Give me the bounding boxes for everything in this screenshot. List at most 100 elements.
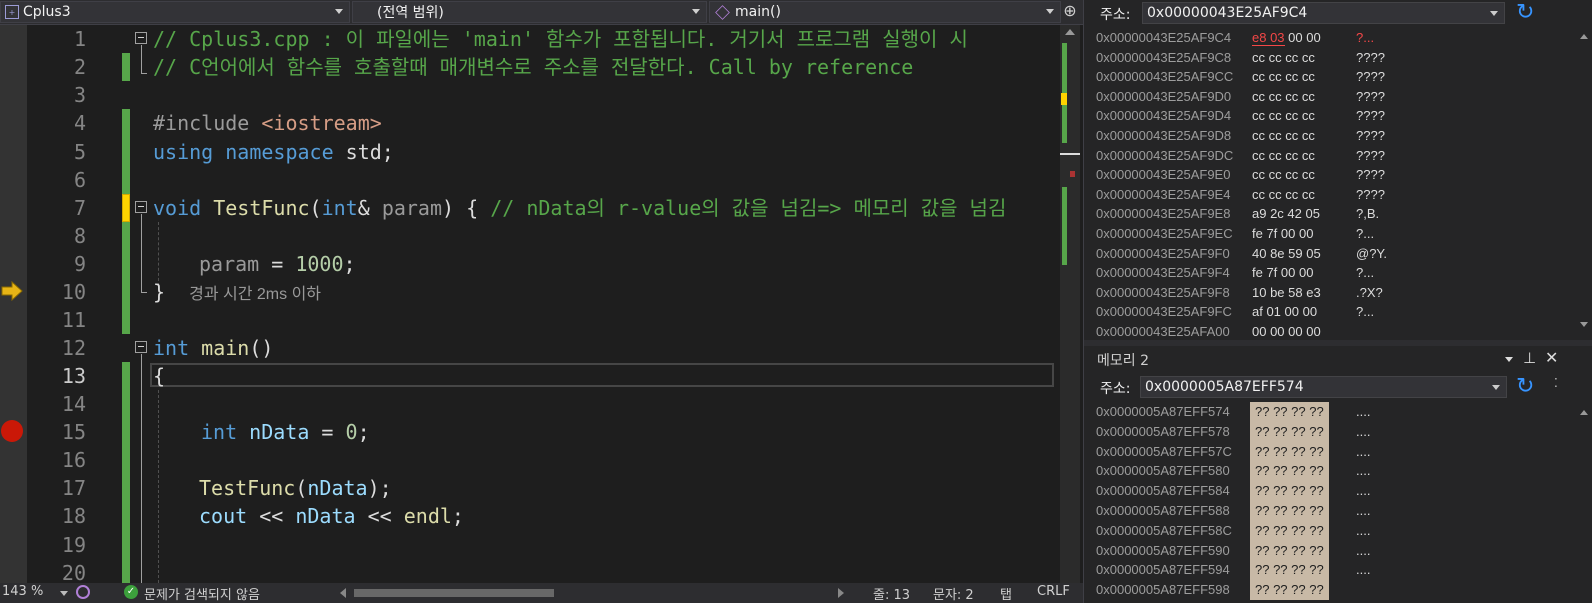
memory-bytes-changed[interactable]: e8 03 xyxy=(1252,30,1285,46)
horizontal-scroll-thumb[interactable] xyxy=(354,589,554,597)
memory-row[interactable]: 0x00000043E25AF9CC cc cc cc cc???? xyxy=(1096,67,1385,87)
scroll-right-arrow-icon[interactable] xyxy=(838,588,844,598)
memory-bytes-value[interactable]: 00 00 00 00 xyxy=(1252,324,1321,339)
memory-bytes-value[interactable]: af 01 00 00 xyxy=(1252,304,1317,319)
collapse-region-icon[interactable] xyxy=(135,201,147,213)
memory-bytes-value[interactable]: fe 7f 00 00 xyxy=(1252,226,1313,241)
scroll-up-arrow-icon[interactable] xyxy=(1580,34,1588,39)
memory-bytes[interactable]: cc cc cc cc xyxy=(1252,165,1315,185)
memory-row[interactable]: 0x00000043E25AF9E4 cc cc cc cc???? xyxy=(1096,185,1385,205)
columns-options-icon[interactable]: ⁚ xyxy=(1554,376,1558,390)
memory-row[interactable]: 0x00000043E25AF9F4 fe 7f 00 00?... xyxy=(1096,263,1374,283)
line-ending-indicator[interactable]: CRLF xyxy=(1037,584,1070,599)
memory-bytes-value[interactable]: cc cc cc cc xyxy=(1252,148,1315,163)
memory2-hex-view[interactable]: 0x0000005A87EFF574?? ?? ?? ??.... 0x00000… xyxy=(1084,402,1576,603)
memory-bytes-value[interactable]: cc cc cc cc xyxy=(1252,89,1315,104)
scroll-left-arrow-icon[interactable] xyxy=(340,588,346,598)
memory-bytes[interactable]: a9 2c 42 05 xyxy=(1252,204,1320,224)
memory-row[interactable]: 0x0000005A87EFF594 ?? ?? ?? ??.... xyxy=(1096,560,1370,581)
memory-bytes[interactable]: 10 be 58 e3 xyxy=(1252,283,1321,303)
memory-bytes-unreadable[interactable]: ?? ?? ?? ?? xyxy=(1250,481,1329,502)
tab-indicator[interactable]: 탭 xyxy=(1000,584,1012,603)
memory-bytes[interactable]: cc cc cc cc xyxy=(1252,87,1315,107)
memory-row[interactable]: 0x0000005A87EFF580 ?? ?? ?? ??.... xyxy=(1096,461,1370,482)
memory1-address-input[interactable]: 0x00000043E25AF9C4 xyxy=(1142,2,1505,24)
memory1-vertical-scrollbar[interactable] xyxy=(1576,26,1592,338)
line-indicator[interactable]: 줄: 13 xyxy=(873,584,910,603)
memory-bytes-value[interactable]: 40 8e 59 05 xyxy=(1252,246,1321,261)
memory-bytes-unreadable[interactable]: ?? ?? ?? ?? xyxy=(1250,580,1329,601)
memory-row[interactable]: 0x0000005A87EFF578 ?? ?? ?? ??.... xyxy=(1096,421,1370,442)
memory-bytes[interactable]: cc cc cc cc xyxy=(1252,126,1315,146)
memory-bytes[interactable]: cc cc cc cc xyxy=(1252,185,1315,205)
breakpoint-icon[interactable] xyxy=(1,420,23,442)
pin-icon[interactable]: ⊥ xyxy=(1523,349,1536,367)
chevron-down-icon[interactable] xyxy=(1492,385,1500,390)
memory-bytes[interactable]: fe 7f 00 00 xyxy=(1252,263,1313,283)
memory-row[interactable]: 0x00000043E25AF9E8 a9 2c 42 05 ?,B. xyxy=(1096,204,1379,224)
chevron-down-icon[interactable] xyxy=(1490,11,1498,16)
collapse-region-icon[interactable] xyxy=(135,32,147,44)
horizontal-scrollbar[interactable] xyxy=(340,587,848,599)
window-options-icon[interactable] xyxy=(1505,357,1513,362)
issues-status[interactable]: 문제가 검색되지 않음 xyxy=(144,584,260,603)
memory-bytes-value[interactable]: 00 00 xyxy=(1285,30,1321,45)
memory-bytes-value[interactable]: cc cc cc cc xyxy=(1252,50,1315,65)
reevaluate-icon[interactable]: ↻ xyxy=(1516,0,1534,25)
memory-row[interactable]: 0x00000043E25AF9D8 cc cc cc cc???? xyxy=(1096,126,1385,146)
memory-bytes-unreadable[interactable]: ?? ?? ?? ?? xyxy=(1250,520,1329,541)
memory-bytes-unreadable[interactable]: ?? ?? ?? ?? xyxy=(1250,560,1329,581)
reevaluate-icon[interactable]: ↻ xyxy=(1516,374,1534,399)
vertical-scrollbar[interactable] xyxy=(1060,25,1080,583)
scroll-up-arrow-icon[interactable] xyxy=(1065,29,1075,35)
memory-bytes[interactable]: cc cc cc cc xyxy=(1252,48,1315,68)
memory-row[interactable]: 0x00000043E25AF9C8 cc cc cc cc???? xyxy=(1096,48,1385,68)
memory-row[interactable]: 0x0000005A87EFF588 ?? ?? ?? ??.... xyxy=(1096,501,1370,521)
copilot-icon[interactable] xyxy=(76,585,90,599)
memory-bytes-value[interactable]: cc cc cc cc xyxy=(1252,128,1315,143)
memory-row[interactable]: 0x00000043E25AF9DC cc cc cc cc???? xyxy=(1096,146,1385,166)
zoom-level[interactable]: 143 % xyxy=(2,584,43,599)
memory-row[interactable]: 0x0000005A87EFF58C ?? ?? ?? ??.... xyxy=(1096,520,1370,541)
memory-bytes[interactable]: e8 03 00 00 xyxy=(1252,28,1321,48)
memory-row[interactable]: 0x00000043E25AF9F8 10 be 58 e3 .?X? xyxy=(1096,283,1383,303)
memory-row[interactable]: 0x00000043E25AF9C4 e8 03 00 00?... xyxy=(1096,28,1374,48)
memory1-hex-view[interactable]: 0x00000043E25AF9C4 e8 03 00 00?... 0x00000… xyxy=(1084,26,1576,340)
memory-row[interactable]: 0x00000043E25AF9FC af 01 00 00?... xyxy=(1096,302,1374,322)
memory-bytes[interactable]: af 01 00 00 xyxy=(1252,302,1317,322)
memory-row[interactable]: 0x00000043E25AF9EC fe 7f 00 00?... xyxy=(1096,224,1374,244)
memory-row[interactable]: 0x0000005A87EFF598 ?? ?? ?? ?? xyxy=(1096,580,1329,601)
memory-bytes-value[interactable]: cc cc cc cc xyxy=(1252,187,1315,202)
project-dropdown[interactable]: + Cplus3 xyxy=(0,1,350,23)
split-editor-icon[interactable]: ⊕ xyxy=(1061,2,1079,20)
member-dropdown[interactable]: main() xyxy=(709,1,1061,23)
memory-bytes-value[interactable]: 10 be 58 e3 xyxy=(1252,285,1321,300)
memory-bytes-unreadable[interactable]: ?? ?? ?? ?? xyxy=(1250,461,1329,482)
perf-tip-hint[interactable]: 경과 시간 2ms 이하 xyxy=(189,286,321,303)
indicator-margin[interactable] xyxy=(0,25,27,583)
close-icon[interactable]: ✕ xyxy=(1545,348,1558,367)
memory-bytes-value[interactable]: cc cc cc cc xyxy=(1252,108,1315,123)
scroll-up-arrow-icon[interactable] xyxy=(1580,410,1588,415)
memory-bytes[interactable]: cc cc cc cc xyxy=(1252,67,1315,87)
memory-bytes[interactable]: fe 7f 00 00 xyxy=(1252,224,1313,244)
memory-row[interactable]: 0x0000005A87EFF584 ?? ?? ?? ??.... xyxy=(1096,481,1370,502)
memory-row[interactable]: 0x00000043E25AF9E0 cc cc cc cc???? xyxy=(1096,165,1385,185)
memory2-vertical-scrollbar[interactable] xyxy=(1576,402,1592,603)
code-editor[interactable]: 1 2 3 4 5 6 7 8 9 10 11 12 13 14 15 16 1… xyxy=(0,25,1083,583)
column-indicator[interactable]: 문자: 2 xyxy=(933,584,974,603)
memory-bytes[interactable]: cc cc cc cc xyxy=(1252,106,1315,126)
scroll-down-arrow-icon[interactable] xyxy=(1580,322,1588,327)
memory-bytes[interactable]: 40 8e 59 05 xyxy=(1252,244,1321,264)
memory-row[interactable]: 0x00000043E25AFA00 00 00 00 00 xyxy=(1096,322,1321,340)
memory-bytes-value[interactable]: cc cc cc cc xyxy=(1252,167,1315,182)
memory-bytes-unreadable[interactable]: ?? ?? ?? ?? xyxy=(1250,402,1329,422)
memory-bytes[interactable]: 00 00 00 00 xyxy=(1252,322,1321,340)
memory2-address-input[interactable]: 0x0000005A87EFF574 xyxy=(1140,376,1507,398)
memory-row[interactable]: 0x0000005A87EFF574 ?? ?? ?? ??.... xyxy=(1096,402,1370,422)
memory-bytes-unreadable[interactable]: ?? ?? ?? ?? xyxy=(1250,540,1329,561)
memory-bytes-unreadable[interactable]: ?? ?? ?? ?? xyxy=(1250,421,1329,442)
memory-bytes-unreadable[interactable]: ?? ?? ?? ?? xyxy=(1250,501,1329,521)
memory-row[interactable]: 0x00000043E25AF9D0 cc cc cc cc???? xyxy=(1096,87,1385,107)
memory-row[interactable]: 0x0000005A87EFF590 ?? ?? ?? ??.... xyxy=(1096,540,1370,561)
